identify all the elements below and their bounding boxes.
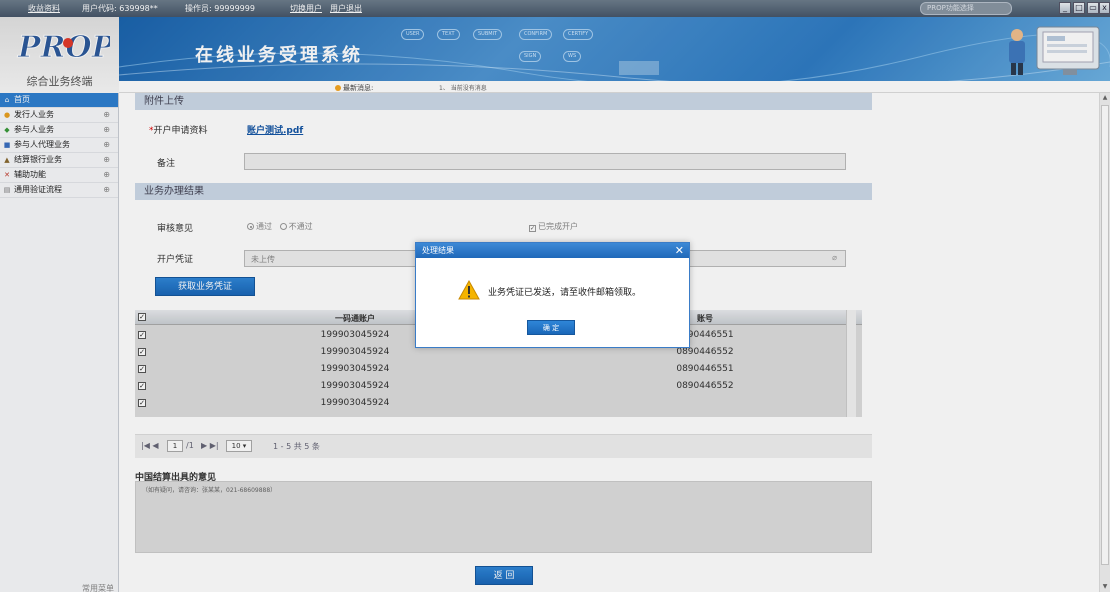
- dialog-message: 业务凭证已发送，请至收件邮箱领取。: [488, 288, 642, 298]
- dialog-title-bar: 处理结果 ✕: [416, 243, 689, 258]
- result-dialog: 处理结果 ✕ 业务凭证已发送，请至收件邮箱领取。 确 定: [415, 242, 690, 348]
- dialog-title: 处理结果: [422, 246, 454, 255]
- warning-icon: [458, 280, 480, 300]
- confirm-button[interactable]: 确 定: [527, 320, 575, 335]
- close-icon[interactable]: ✕: [675, 243, 684, 258]
